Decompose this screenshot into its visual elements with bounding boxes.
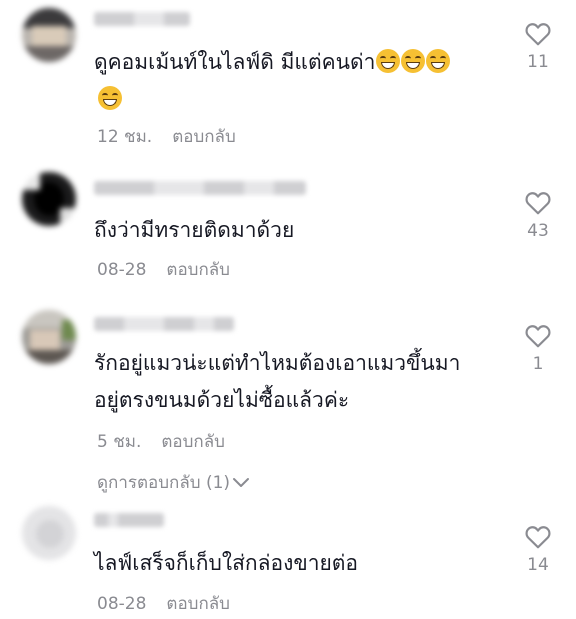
view-replies-link[interactable]: ดูการตอบกลับ (1) <box>97 469 250 496</box>
avatar[interactable] <box>22 172 76 226</box>
like-button[interactable]: 43 <box>520 191 556 241</box>
username-blurred[interactable] <box>94 513 164 527</box>
avatar[interactable] <box>22 310 76 364</box>
like-count: 43 <box>527 221 549 241</box>
comment-time: 5 ชม. <box>97 432 142 452</box>
username-blurred[interactable] <box>94 181 306 195</box>
heart-icon[interactable] <box>525 324 551 348</box>
like-button[interactable]: 14 <box>520 525 556 575</box>
avatar[interactable] <box>22 8 76 62</box>
comment-text: ไลฟ์เสร็จก็เก็บใส่กล่องขายต่อ <box>94 551 359 575</box>
comment-text: ดูคอมเม้นท์ในไลฟ์ดิ มีแต่คนด่า <box>94 44 514 118</box>
reply-button[interactable]: ตอบกลับ <box>161 432 225 452</box>
like-count: 14 <box>527 555 549 575</box>
grinning-squinting-emoji <box>376 49 401 73</box>
comment-time: 12 ชม. <box>97 127 153 147</box>
reply-button[interactable]: ตอบกลับ <box>166 260 230 280</box>
like-count: 1 <box>532 354 544 374</box>
comment-meta: 5 ชม. ตอบกลับ <box>97 428 225 455</box>
grinning-squinting-emoji <box>98 86 122 110</box>
grinning-squinting-emoji <box>426 49 451 73</box>
comment-meta: 08-28 ตอบกลับ <box>97 256 230 283</box>
chevron-down-icon <box>233 478 250 487</box>
comment-text: รักอยู่แมวน่ะแต่ทำไหมต้องเอาแมวขึ้นมา อย… <box>94 351 461 412</box>
username-blurred[interactable] <box>94 317 234 331</box>
reply-button[interactable]: ตอบกลับ <box>172 127 236 147</box>
like-button[interactable]: 1 <box>520 324 556 374</box>
view-replies-label: ดูการตอบกลับ (1) <box>97 473 231 493</box>
comment-time: 08-28 <box>97 260 147 280</box>
comment-meta: 08-28 ตอบกลับ <box>97 590 230 617</box>
comment-text: ถึงว่ามีทรายติดมาด้วย <box>94 218 295 242</box>
heart-icon[interactable] <box>525 525 551 549</box>
username-blurred[interactable] <box>94 12 190 26</box>
grinning-squinting-emoji <box>401 49 426 73</box>
avatar[interactable] <box>22 506 76 560</box>
comment-time: 08-28 <box>97 594 147 614</box>
comment-meta: 12 ชม. ตอบกลับ <box>97 123 236 150</box>
heart-icon[interactable] <box>525 22 551 46</box>
heart-icon[interactable] <box>525 191 551 215</box>
like-count: 11 <box>527 52 549 72</box>
like-button[interactable]: 11 <box>520 22 556 72</box>
reply-button[interactable]: ตอบกลับ <box>166 594 230 614</box>
